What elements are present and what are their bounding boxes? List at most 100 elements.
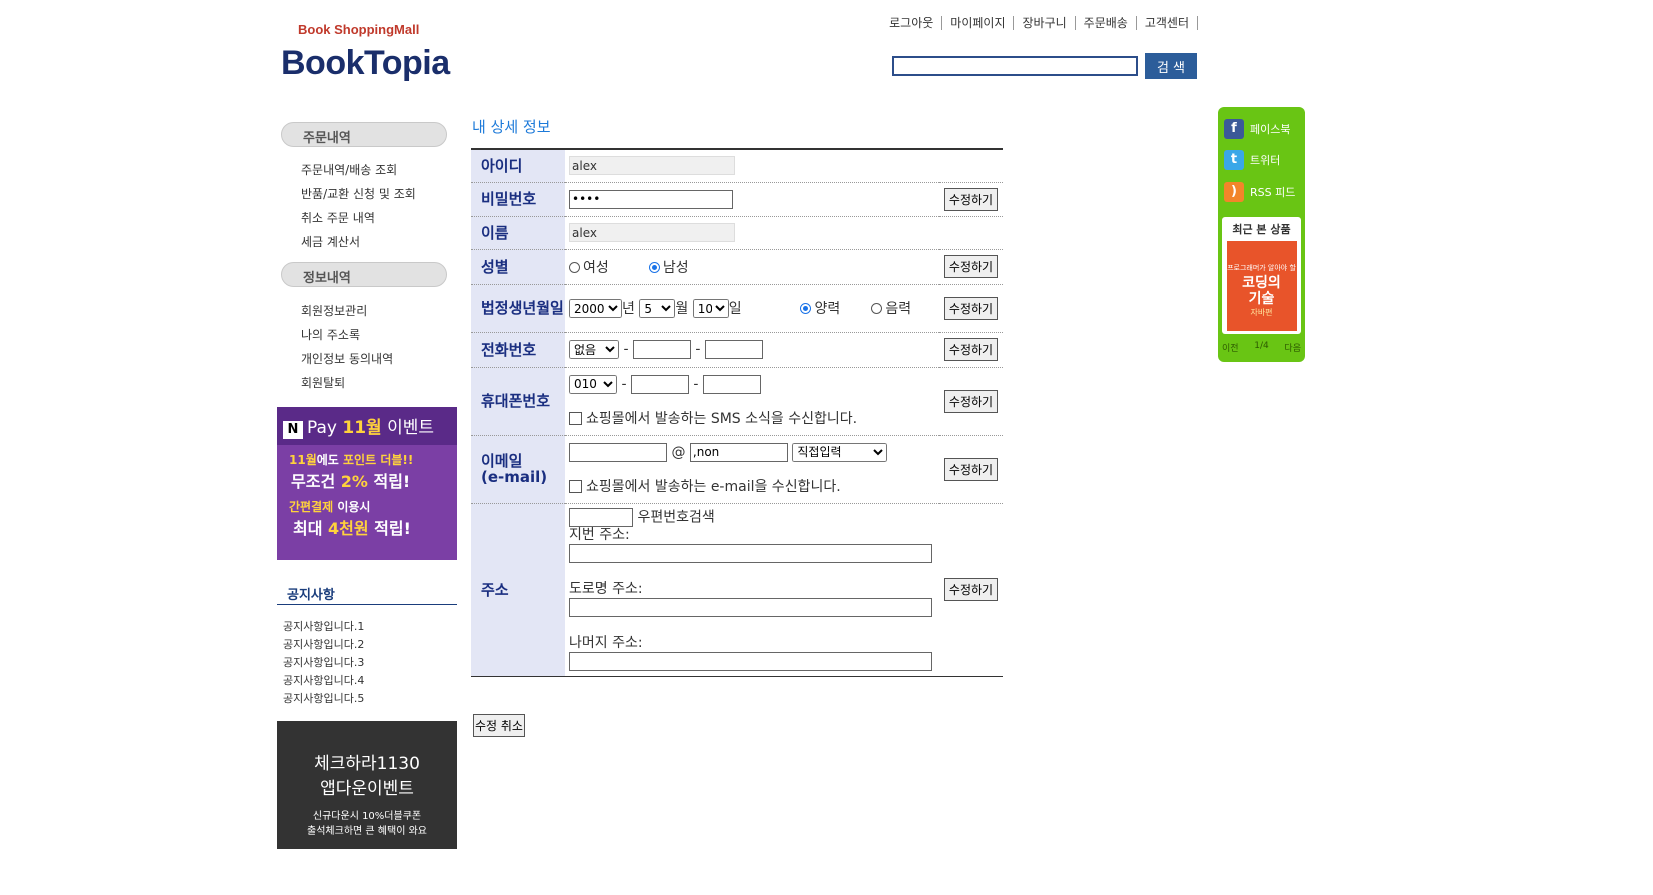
label-address: 주소: [471, 503, 565, 677]
gender-female-radio[interactable]: [569, 262, 580, 273]
member-info-form: 아이디 비밀번호 수정하기 이름 성별 여성 남성 수정하기 법정생년월일 20…: [471, 148, 1003, 677]
logo[interactable]: BookTopia: [281, 44, 450, 83]
row-password: 비밀번호 수정하기: [471, 182, 1003, 217]
row-birth: 법정생년월일 2000 년 5월 10 일 양력 음력 수정하기: [471, 284, 1003, 333]
twitter-icon: t: [1224, 150, 1244, 170]
edit-phone-button[interactable]: 수정하기: [944, 338, 998, 361]
notice-item[interactable]: 공지사항입니다.5: [283, 690, 364, 706]
rss-icon: ): [1224, 182, 1244, 202]
gender-male-label: 남성: [662, 259, 689, 276]
road-address-input[interactable]: [569, 598, 932, 617]
label-password: 비밀번호: [471, 182, 565, 217]
search-button[interactable]: 검 색: [1145, 53, 1197, 79]
mobile-middle-input[interactable]: [630, 374, 689, 394]
cancel-edit-button[interactable]: 수정 취소: [473, 714, 525, 737]
label-name: 이름: [471, 216, 565, 250]
label-phone: 전화번호: [471, 332, 565, 368]
sidebar-item-withdraw[interactable]: 회원탈퇴: [301, 374, 345, 391]
sms-consent-label: 쇼핑몰에서 발송하는 SMS 소식을 수신합니다.: [586, 410, 858, 427]
phone-last-input[interactable]: [704, 340, 763, 359]
edit-birth-button[interactable]: 수정하기: [944, 296, 998, 320]
label-birth: 법정생년월일: [471, 284, 565, 333]
sidebar-item-tax-invoice[interactable]: 세금 계산서: [301, 233, 360, 250]
row-mobile: 휴대폰번호 010 - - 쇼핑몰에서 발송하는 SMS 소식을 수신합니다. …: [471, 367, 1003, 436]
facebook-link[interactable]: f 페이스북: [1224, 119, 1290, 139]
zipcode-input[interactable]: [569, 508, 633, 527]
email-domain-select[interactable]: 직접입력: [792, 442, 888, 462]
birth-lunar-radio[interactable]: [871, 303, 883, 315]
sidebar-item-cancelled[interactable]: 취소 주문 내역: [301, 209, 375, 226]
id-field: [569, 156, 735, 176]
edit-address-button[interactable]: 수정하기: [944, 578, 998, 601]
row-address: 주소 우편번호검색 지번 주소: 도로명 주소: 나머지 주소: 수정하기: [471, 503, 1003, 677]
password-field[interactable]: [569, 189, 733, 209]
notice-item[interactable]: 공지사항입니다.3: [283, 654, 364, 670]
row-name: 이름: [471, 216, 1003, 250]
recent-page-indicator: 1/4: [1254, 341, 1269, 351]
search-input[interactable]: [892, 56, 1138, 76]
notice-divider: [277, 604, 457, 605]
birth-solar-label: 양력: [814, 300, 841, 317]
email-consent-label: 쇼핑몰에서 발송하는 e-mail을 수신합니다.: [586, 478, 841, 495]
rss-link[interactable]: ) RSS 피드: [1224, 182, 1295, 202]
email-domain-input[interactable]: [689, 442, 788, 462]
sidebar-item-returns[interactable]: 반품/교환 신청 및 조회: [301, 185, 416, 202]
mobile-prefix-select[interactable]: 010: [569, 374, 617, 394]
page-title: 내 상세 정보: [472, 118, 551, 136]
gender-male-radio[interactable]: [648, 262, 660, 273]
birth-year-select[interactable]: 2000: [569, 299, 622, 319]
notice-title: 공지사항: [287, 588, 335, 603]
nav-customer-center[interactable]: 고객센터: [1137, 16, 1198, 30]
row-id: 아이디: [471, 149, 1003, 183]
phone-area-select[interactable]: 없음: [569, 340, 619, 359]
sidebar-item-order-tracking[interactable]: 주문내역/배송 조회: [301, 161, 397, 178]
birth-day-select[interactable]: 10: [692, 299, 729, 319]
phone-middle-input[interactable]: [632, 340, 691, 359]
sidebar-item-privacy-consent[interactable]: 개인정보 동의내역: [301, 350, 393, 367]
sidebar-item-member-info[interactable]: 회원정보관리: [301, 302, 367, 319]
road-address-label: 도로명 주소:: [569, 581, 643, 597]
recent-pager: 이전 1/4 다음: [1222, 341, 1301, 354]
row-phone: 전화번호 없음 - - 수정하기: [471, 332, 1003, 368]
jibun-address-label: 지번 주소:: [569, 527, 630, 543]
birth-month-select[interactable]: 5: [639, 299, 676, 319]
facebook-icon: f: [1224, 119, 1244, 139]
label-id: 아이디: [471, 149, 565, 183]
edit-password-button[interactable]: 수정하기: [944, 187, 998, 211]
sidebar-section-orders[interactable]: 주문내역: [281, 122, 447, 147]
jibun-address-input[interactable]: [569, 544, 932, 563]
nav-logout[interactable]: 로그아웃: [881, 16, 943, 30]
birth-solar-radio[interactable]: [800, 303, 812, 315]
top-nav: 로그아웃 마이페이지 장바구니 주문배송 고객센터: [881, 16, 1198, 30]
notice-item[interactable]: 공지사항입니다.1: [283, 618, 364, 634]
twitter-link[interactable]: t 트위터: [1224, 150, 1280, 170]
nav-order-delivery[interactable]: 주문배송: [1076, 16, 1137, 30]
notice-item[interactable]: 공지사항입니다.2: [283, 636, 364, 652]
name-field: [569, 223, 735, 242]
edit-gender-button[interactable]: 수정하기: [944, 255, 998, 278]
npay-event-banner[interactable]: N Pay 11월 이벤트 11월에도 포인트 더블!! 무조건 2% 적립! 간…: [277, 407, 457, 560]
email-consent-checkbox[interactable]: [569, 480, 582, 493]
sms-consent-checkbox[interactable]: [569, 412, 582, 425]
recent-prev-button[interactable]: 이전: [1222, 341, 1239, 354]
rest-address-label: 나머지 주소:: [569, 635, 643, 651]
app-event-banner[interactable]: 체크하라1130 앱다운이벤트 신규다운시 10%더블쿠폰 출석체크하면 큰 혜택…: [277, 721, 457, 849]
nav-mypage[interactable]: 마이페이지: [942, 16, 1015, 30]
recent-products: 최근 본 상품 프로그래머가 알아야 할 코딩의 기술 자바편: [1222, 217, 1301, 334]
logo-subtitle: Book ShoppingMall: [298, 22, 420, 37]
label-mobile: 휴대폰번호: [471, 367, 565, 436]
email-local-input[interactable]: [569, 442, 667, 462]
rest-address-input[interactable]: [569, 652, 932, 671]
zipcode-search-link[interactable]: 우편번호검색: [637, 510, 714, 526]
recent-book-cover[interactable]: 프로그래머가 알아야 할 코딩의 기술 자바편: [1226, 241, 1297, 331]
row-email: 이메일(e-mail) @ 직접입력 쇼핑몰에서 발송하는 e-mail을 수신…: [471, 435, 1003, 504]
notice-item[interactable]: 공지사항입니다.4: [283, 672, 364, 688]
sidebar-item-address-book[interactable]: 나의 주소록: [301, 326, 360, 343]
label-email: 이메일 (e-mail): [471, 435, 565, 504]
mobile-last-input[interactable]: [702, 374, 761, 394]
recent-next-button[interactable]: 다음: [1284, 341, 1301, 354]
sidebar-section-info[interactable]: 정보내역: [281, 262, 447, 287]
nav-cart[interactable]: 장바구니: [1014, 16, 1076, 30]
edit-email-button[interactable]: 수정하기: [944, 457, 998, 481]
edit-mobile-button[interactable]: 수정하기: [944, 389, 998, 413]
